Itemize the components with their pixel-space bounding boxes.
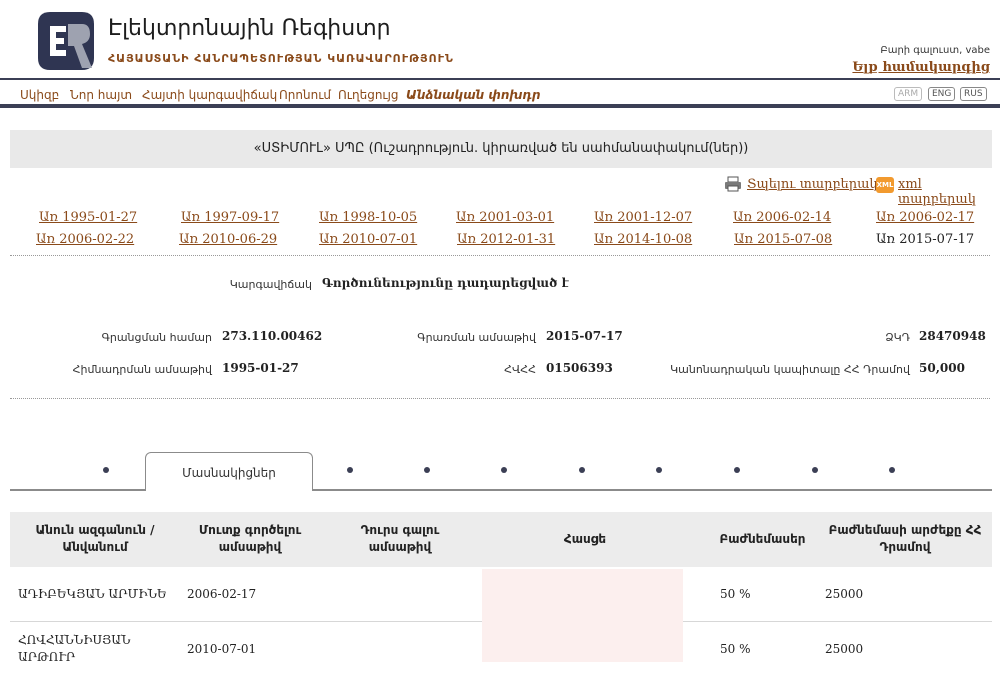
table-header: Անուն ազգանուն / Անվանում Մուտք գործելու… <box>10 512 992 567</box>
main-nav: Սկիզբ Նոր հայտ Հայտի կարգավիճակ Որոնում … <box>0 82 1000 108</box>
founding-date-label: Հիմնադրման ամսաթիվ <box>72 363 212 376</box>
nav-item-personal[interactable]: Անձնական փոխդր <box>406 88 541 102</box>
version-link[interactable]: Առ 2010-06-29 <box>179 232 277 247</box>
registration-date-label: Գրառման ամսաթիվ <box>417 331 536 344</box>
divider <box>10 398 990 399</box>
lang-rus-button[interactable]: RUS <box>960 87 987 101</box>
printer-icon[interactable] <box>724 176 742 192</box>
site-title: Էլեկտրոնային Ռեգիստր <box>108 16 391 41</box>
registration-number-value: 273.110.00462 <box>222 329 323 343</box>
version-link[interactable]: Առ 2010-07-01 <box>319 232 417 247</box>
version-link[interactable]: Առ 2001-03-01 <box>456 210 554 225</box>
version-link[interactable]: Առ 2001-12-07 <box>594 210 692 225</box>
entry-date: 2006-02-17 <box>187 587 257 601</box>
version-link[interactable]: Առ 2006-02-14 <box>733 210 831 225</box>
column-header-shares: Բաժնեմասեր <box>719 532 806 546</box>
tab-dot[interactable] <box>501 467 507 473</box>
version-link[interactable]: Առ 2014-10-08 <box>594 232 692 247</box>
nav-item-new-application[interactable]: Նոր հայտ <box>70 88 132 102</box>
zkd-value: 28470948 <box>919 329 986 343</box>
lang-eng-button[interactable]: ENG <box>928 87 956 101</box>
company-banner: «ՍՏԻՄՈՒԼ» ՍՊԸ (Ուշադրություն. կիրառված ե… <box>10 130 992 168</box>
zkd-label: ՁԿԴ <box>885 331 910 344</box>
version-link[interactable]: Առ 2015-07-08 <box>734 232 832 247</box>
share-value: 25000 <box>825 642 864 656</box>
xml-icon[interactable]: XML <box>876 177 894 193</box>
participant-name: ՀՈՎՀԱՆՆԻՍՅԱՆ ԱՐԹՈՒՐ <box>18 633 131 664</box>
tin-value: 01506393 <box>546 361 613 375</box>
tab-dot[interactable] <box>424 467 430 473</box>
nav-item-search[interactable]: Որոնում <box>279 88 331 102</box>
version-link[interactable]: Առ 2012-01-31 <box>457 232 555 247</box>
redacted-address <box>482 569 683 662</box>
capital-value: 50,000 <box>919 361 965 375</box>
entry-date: 2010-07-01 <box>187 642 257 656</box>
logout-link[interactable]: Ելք համակարգից <box>852 60 990 75</box>
tin-label: ՀՎՀՀ <box>504 363 536 376</box>
share-value: 25000 <box>825 587 864 601</box>
xml-version-link[interactable]: xml տարբերակ <box>898 177 1000 207</box>
lang-arm-button[interactable]: ARM <box>894 87 923 101</box>
nav-item-home[interactable]: Սկիզբ <box>20 88 59 102</box>
version-link[interactable]: Առ 1995-01-27 <box>39 210 137 225</box>
status-label: Կարգավիճակ <box>229 278 312 291</box>
nav-item-application-status[interactable]: Հայտի կարգավիճակ <box>142 88 277 102</box>
registration-number-label: Գրանցման համար <box>101 331 212 344</box>
welcome-text: Բարի գալուստ, vabe <box>880 45 990 56</box>
registration-date-value: 2015-07-17 <box>546 329 623 343</box>
nav-item-guide[interactable]: Ուղեցույց <box>338 88 399 102</box>
column-header-address: Հասցե <box>563 532 607 546</box>
registry-logo-icon[interactable] <box>36 10 96 72</box>
tab-dot[interactable] <box>812 467 818 473</box>
tab-dot[interactable] <box>656 467 662 473</box>
tab-dot[interactable] <box>103 467 109 473</box>
site-subtitle: ՀԱՅԱՍՏԱՆԻ ՀԱՆՐԱՊԵՏՈՒԹՅԱՆ ԿԱՌԱՎԱՐՈՒԹՅՈՒՆ <box>108 52 454 65</box>
tab-dot[interactable] <box>347 467 353 473</box>
capital-label: Կանոնադրական կապիտալը ՀՀ Դրամով <box>670 363 910 376</box>
share-percent: 50 % <box>720 642 751 656</box>
status-value: Գործունեությունը դադարեցված է <box>322 276 569 290</box>
column-header-name: Անուն ազգանուն / Անվանում <box>35 523 155 554</box>
version-link[interactable]: Առ 2006-02-22 <box>36 232 134 247</box>
participant-name: ԱԴԻԲԵԿՅԱՆ ԱՐՄԻՆԵ <box>18 587 167 601</box>
share-percent: 50 % <box>720 587 751 601</box>
tab-dot[interactable] <box>889 467 895 473</box>
column-header-share-value: Բաժնեմասի արժեքը ՀՀ Դրամով <box>828 523 982 554</box>
header: Էլեկտրոնային Ռեգիստր ՀԱՅԱՍՏԱՆԻ ՀԱՆՐԱՊԵՏՈ… <box>0 0 1000 80</box>
version-link[interactable]: Առ 1997-09-17 <box>181 210 279 225</box>
tab-dot[interactable] <box>579 467 585 473</box>
current-version: Առ 2015-07-17 <box>876 232 975 247</box>
column-header-exit-date: Դուրս գալու ամսաթիվ <box>360 523 440 554</box>
version-link[interactable]: Առ 2006-02-17 <box>876 210 974 225</box>
tab-dot[interactable] <box>734 467 740 473</box>
tab-participants[interactable]: Մասնակիցներ <box>145 452 313 491</box>
column-header-entry-date: Մուտք գործելու ամսաթիվ <box>198 523 302 554</box>
version-link[interactable]: Առ 1998-10-05 <box>319 210 417 225</box>
founding-date-value: 1995-01-27 <box>222 361 299 375</box>
print-version-link[interactable]: Տպելու տարբերակ <box>747 177 878 192</box>
divider <box>10 255 990 256</box>
